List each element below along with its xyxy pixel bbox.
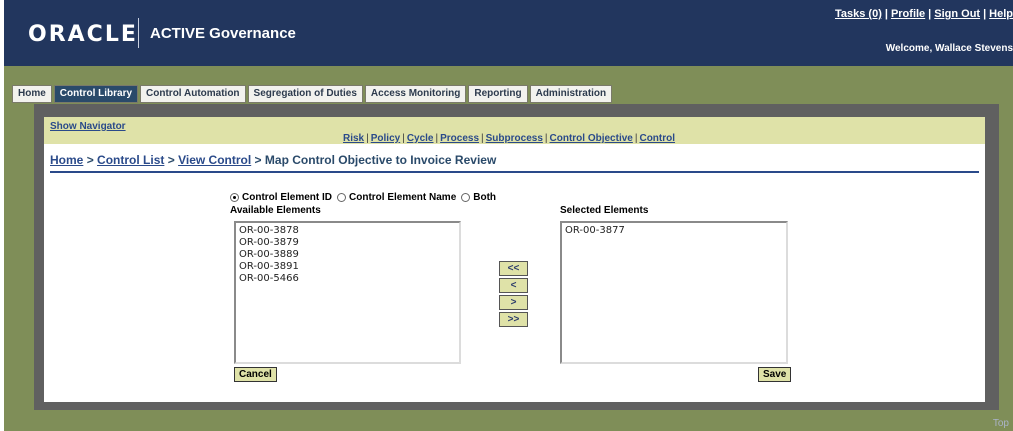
tab-access-monitoring[interactable]: Access Monitoring xyxy=(364,85,467,103)
sub-navigation-bar: Show Navigator Risk | Policy | Cycle | Process… xyxy=(44,117,985,144)
cancel-button[interactable]: Cancel xyxy=(234,367,277,382)
tab-home[interactable]: Home xyxy=(12,85,52,103)
profile-link[interactable]: Profile xyxy=(891,8,925,20)
subprocess-link[interactable]: Subprocess xyxy=(486,133,543,144)
tab-administration[interactable]: Administration xyxy=(529,85,613,103)
risk-link[interactable]: Risk xyxy=(343,133,364,144)
help-link[interactable]: Help xyxy=(989,8,1013,20)
save-button[interactable]: Save xyxy=(758,367,792,382)
control-link[interactable]: Control xyxy=(639,133,675,144)
move-right-button[interactable]: > xyxy=(499,295,528,310)
radio-label: Both xyxy=(473,192,497,203)
tasks-link[interactable]: Tasks (0) xyxy=(835,8,882,20)
move-all-left-button[interactable]: << xyxy=(499,261,528,276)
element-display-options: Control Element ID Control Element Name … xyxy=(230,192,501,203)
tab-control-library[interactable]: Control Library xyxy=(53,85,139,103)
process-link[interactable]: Process xyxy=(440,133,479,144)
list-item[interactable]: OR-00-5466 xyxy=(239,273,456,285)
breadcrumb: Home > Control List > View Control > Map… xyxy=(50,153,496,167)
move-all-right-button[interactable]: >> xyxy=(499,312,528,327)
list-item[interactable]: OR-00-3877 xyxy=(565,225,783,237)
title-underline xyxy=(50,171,979,173)
selected-elements-list[interactable]: OR-00-3877 xyxy=(560,221,788,364)
welcome-text: Welcome, Wallace Stevens xyxy=(885,43,1013,54)
list-item[interactable]: OR-00-3878 xyxy=(239,225,456,237)
breadcrumb-separator: > xyxy=(254,153,262,167)
content-panel: Show Navigator Risk | Policy | Cycle | Process… xyxy=(44,117,985,402)
available-elements-label: Available Elements xyxy=(230,205,321,216)
sign-out-link[interactable]: Sign Out xyxy=(934,8,980,20)
top-links: Tasks (0) | Profile | Sign Out | Help xyxy=(834,8,1013,20)
page: ORACLE ACTIVE Governance Tasks (0) | Profi… xyxy=(4,0,1013,431)
logo-divider xyxy=(138,18,139,48)
breadcrumb-control-list[interactable]: Control List xyxy=(97,153,164,167)
list-item[interactable]: OR-00-3879 xyxy=(239,237,456,249)
radio-control-element-name[interactable] xyxy=(337,193,347,202)
selected-elements-label: Selected Elements xyxy=(560,205,649,216)
tab-control-automation[interactable]: Control Automation xyxy=(140,85,246,103)
object-links: Risk | Policy | Cycle | Process | Subprocess | Con… xyxy=(343,133,676,144)
breadcrumb-separator: > xyxy=(86,153,94,167)
breadcrumb-separator: > xyxy=(167,153,175,167)
page-title: Map Control Objective to Invoice Review xyxy=(264,153,497,167)
policy-link[interactable]: Policy xyxy=(371,133,400,144)
product-title: ACTIVE Governance xyxy=(150,25,296,42)
radio-control-element-id[interactable] xyxy=(230,193,239,202)
top-link[interactable]: Top xyxy=(993,418,1009,429)
radio-label: Control Element Name xyxy=(349,192,457,203)
radio-label: Control Element ID xyxy=(242,192,333,203)
list-item[interactable]: OR-00-3889 xyxy=(239,249,456,261)
move-left-button[interactable]: < xyxy=(499,278,528,293)
control-objective-link[interactable]: Control Objective xyxy=(550,133,633,144)
breadcrumb-home[interactable]: Home xyxy=(50,153,83,167)
show-navigator-link[interactable]: Show Navigator xyxy=(50,121,126,132)
app-header: ORACLE ACTIVE Governance Tasks (0) | Profi… xyxy=(4,0,1013,66)
radio-both[interactable] xyxy=(461,193,471,202)
tab-reporting[interactable]: Reporting xyxy=(468,85,528,103)
tab-segregation-of-duties[interactable]: Segregation of Duties xyxy=(247,85,363,103)
breadcrumb-view-control[interactable]: View Control xyxy=(178,153,251,167)
available-elements-list[interactable]: OR-00-3878 OR-00-3879 OR-00-3889 OR-00-3… xyxy=(234,221,461,364)
oracle-logo: ORACLE xyxy=(28,22,138,47)
main-tabs: Home Control Library Control Automation … xyxy=(12,85,613,103)
list-item[interactable]: OR-00-3891 xyxy=(239,261,456,273)
cycle-link[interactable]: Cycle xyxy=(407,133,434,144)
